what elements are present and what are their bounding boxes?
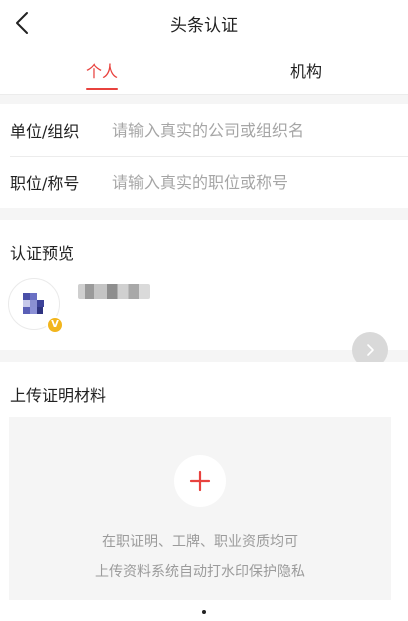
tab-bar: 个人 机构: [0, 46, 408, 95]
home-indicator-dot: [202, 610, 206, 614]
upload-section-title: 上传证明材料: [10, 386, 107, 405]
position-input[interactable]: [112, 172, 396, 192]
tab-organization[interactable]: 机构: [204, 46, 408, 94]
position-label: 职位/称号: [10, 174, 80, 193]
back-button[interactable]: [6, 7, 38, 39]
page-title: 头条认证: [170, 15, 238, 36]
nav-bar: 头条认证: [0, 0, 408, 46]
avatar-logo-icon: [23, 293, 44, 314]
organization-label: 单位/组织: [10, 122, 80, 141]
plus-icon: [189, 470, 211, 492]
upload-hint-line-1: 在职证明、工牌、职业资质均可: [102, 534, 298, 550]
avatar: V: [8, 278, 64, 334]
add-material-button[interactable]: [174, 455, 226, 507]
form-row-position: 职位/称号: [0, 156, 408, 208]
form-row-organization: 单位/组织: [0, 104, 408, 156]
organization-input[interactable]: [112, 120, 396, 140]
verified-v-icon: V: [46, 316, 64, 334]
upload-section: 上传证明材料 在职证明、工牌、职业资质均可 上传资料系统自动打水印保护隐私: [0, 362, 408, 621]
upload-dropzone[interactable]: 在职证明、工牌、职业资质均可 上传资料系统自动打水印保护隐私: [9, 417, 391, 600]
chevron-left-icon: [16, 12, 28, 34]
preview-section-title: 认证预览: [10, 244, 75, 263]
blurred-username: [78, 284, 150, 299]
tab-personal[interactable]: 个人: [0, 46, 204, 94]
preview-section: 认证预览 V: [0, 220, 408, 368]
chevron-right-icon: [367, 344, 374, 356]
info-form: 单位/组织 职位/称号: [0, 104, 408, 208]
upload-hint-line-2: 上传资料系统自动打水印保护隐私: [95, 564, 305, 580]
